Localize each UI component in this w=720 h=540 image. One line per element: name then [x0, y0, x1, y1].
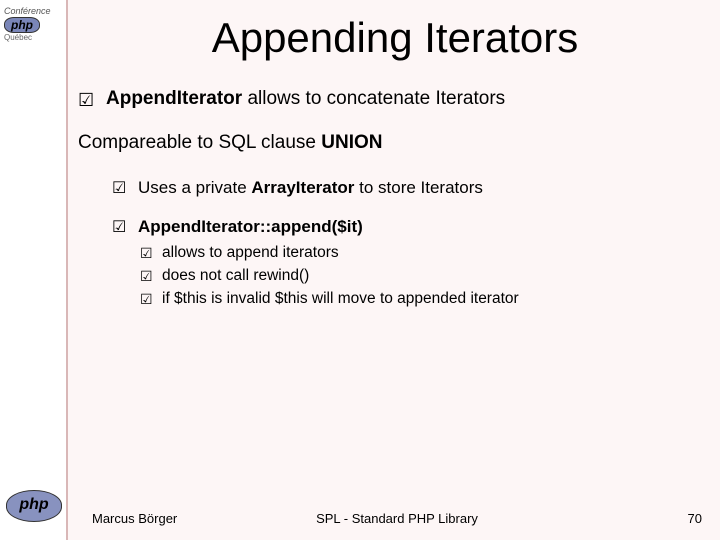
slide-title: Appending Iterators [90, 14, 700, 62]
checkbox-icon: ☑ [140, 290, 153, 309]
footer-author: Marcus Börger [92, 511, 177, 526]
bullet-subsub-3: ☑ if $this is invalid $this will move to… [140, 289, 700, 310]
text-s1-post: to store Iterators [354, 178, 483, 197]
text-s1-pre: Uses a private [138, 178, 251, 197]
php-logo-icon: php [6, 490, 62, 522]
text-append-method: AppendIterator::append($it) [138, 217, 363, 236]
bullet-main-2: Compareable to SQL clause UNION [78, 130, 700, 156]
text-ss1: allows to append iterators [162, 244, 339, 261]
checkbox-icon: ☑ [112, 178, 126, 200]
footer-page-number: 70 [688, 511, 702, 526]
bullet-sub-2: ☑ AppendIterator::append($it) [112, 216, 700, 239]
footer-title: SPL - Standard PHP Library [92, 511, 702, 526]
text-l1-post: allows to concatenate Iterators [242, 88, 505, 109]
subsub-list: ☑ allows to append iterators ☑ does not … [140, 243, 700, 310]
text-union: UNION [321, 132, 382, 153]
text-ss3: if $this is invalid $this will move to a… [162, 290, 519, 307]
text-arrayiterator: ArrayIterator [251, 178, 354, 197]
slide-content: ☑ AppendIterator allows to concatenate I… [78, 86, 700, 312]
conference-region: Québec [4, 33, 100, 42]
sub-list: ☑ Uses a private ArrayIterator to store … [112, 177, 700, 310]
checkbox-icon: ☑ [78, 88, 94, 112]
text-ss2: does not call rewind() [162, 267, 309, 284]
checkbox-icon: ☑ [140, 244, 153, 263]
bullet-subsub-2: ☑ does not call rewind() [140, 266, 700, 287]
conference-logo: Conférence php Québec [4, 6, 100, 58]
bullet-subsub-1: ☑ allows to append iterators [140, 243, 700, 264]
text-appenditerator: AppendIterator [106, 88, 242, 109]
checkbox-icon: ☑ [140, 267, 153, 286]
text-l2-pre: Compareable to SQL clause [78, 132, 321, 153]
slide: Conférence php Québec php Appending Iter… [0, 0, 720, 540]
bullet-main-1: ☑ AppendIterator allows to concatenate I… [78, 86, 700, 112]
php-badge-icon: php [4, 17, 40, 33]
checkbox-icon: ☑ [112, 217, 126, 239]
footer: Marcus Börger SPL - Standard PHP Library… [92, 511, 702, 526]
conference-word: Conférence [4, 6, 100, 16]
left-stripe [0, 0, 68, 540]
bullet-sub-1: ☑ Uses a private ArrayIterator to store … [112, 177, 700, 200]
